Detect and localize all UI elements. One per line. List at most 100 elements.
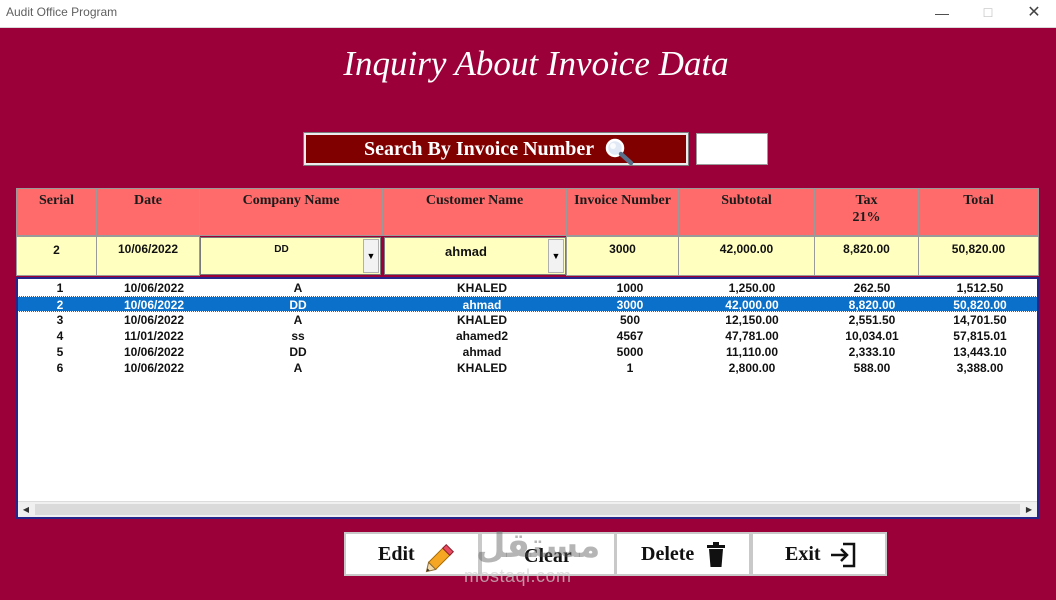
search-button-label: Search By Invoice Number xyxy=(364,138,595,160)
minimize-button[interactable]: — xyxy=(919,0,965,28)
title-bar: Audit Office Program — ☐ ✕ xyxy=(0,0,1056,28)
cell-invoice: 500 xyxy=(619,313,641,327)
cell-subtotal: 11,110.00 xyxy=(725,345,779,359)
table-row[interactable]: 3 10/06/2022 A KHALED 500 12,150.00 2,551.50 14… xyxy=(18,312,1037,328)
exit-button-label: Exit xyxy=(785,543,821,565)
cell-invoice: 1000 xyxy=(616,281,644,295)
cell-invoice: 1 xyxy=(626,361,634,375)
cell-total: 3,388.00 xyxy=(956,361,1004,375)
clear-button-label: Clear xyxy=(524,545,572,567)
entry-date[interactable]: 10/06/2022 xyxy=(96,236,200,276)
magnifier-icon xyxy=(605,138,634,165)
cell-serial: 6 xyxy=(56,361,64,375)
header-tax-label: Tax xyxy=(855,193,878,208)
cell-date: 10/06/2022 xyxy=(123,313,185,327)
cell-company: A xyxy=(293,281,303,295)
cell-date: 10/06/2022 xyxy=(123,281,185,295)
cell-company: A xyxy=(293,313,303,327)
scroll-left-icon[interactable]: ◀ xyxy=(18,502,34,517)
page-title: Inquiry About Invoice Data xyxy=(343,44,729,83)
cell-customer: ahmad xyxy=(462,298,502,312)
entry-serial[interactable]: 2 xyxy=(16,236,97,276)
cell-customer: KHALED xyxy=(457,313,507,327)
header-tax-rate: 21% xyxy=(852,210,881,225)
cell-invoice: 5000 xyxy=(616,345,644,359)
cell-date: 10/06/2022 xyxy=(123,345,185,359)
cell-tax: 8,820.00 xyxy=(848,298,896,312)
cell-date: 10/06/2022 xyxy=(123,298,185,312)
cell-subtotal: 12,150.00 xyxy=(725,313,779,327)
header-invoice-number: Invoice Number xyxy=(566,188,679,236)
search-by-invoice-button[interactable]: Search By Invoice Number xyxy=(303,132,689,166)
cell-total: 50,820.00 xyxy=(953,298,1007,312)
cell-company: ss xyxy=(291,329,305,343)
header-company-name: Company Name xyxy=(199,188,383,236)
cell-tax: 2,551.50 xyxy=(848,313,896,327)
trash-icon xyxy=(707,542,725,567)
cell-subtotal: 1,250.00 xyxy=(728,281,776,295)
cell-serial: 2 xyxy=(56,298,64,312)
table-row[interactable]: 1 10/06/2022 A KHALED 1000 1,250.00 262.50 1,51… xyxy=(18,280,1037,296)
invoice-list[interactable]: 1 10/06/2022 A KHALED 1000 1,250.00 262.50 1,51… xyxy=(16,277,1039,519)
exit-button[interactable]: Exit xyxy=(751,532,887,576)
entry-subtotal[interactable]: 42,000.00 xyxy=(678,236,815,276)
table-row[interactable]: 6 10/06/2022 A KHALED 1 2,800.00 588.00 3,388.0… xyxy=(18,360,1037,376)
customer-name-value: ahmad xyxy=(445,244,487,259)
chevron-down-icon[interactable]: ▼ xyxy=(363,239,379,273)
cell-subtotal: 42,000.00 xyxy=(725,298,779,312)
cell-company: DD xyxy=(289,298,307,312)
cell-serial: 4 xyxy=(56,329,64,343)
cell-invoice: 3000 xyxy=(616,298,644,312)
cell-tax: 2,333.10 xyxy=(848,345,896,359)
window-title: Audit Office Program xyxy=(6,5,118,19)
cell-serial: 5 xyxy=(56,345,64,359)
header-total: Total xyxy=(918,188,1039,236)
entry-tax[interactable]: 8,820.00 xyxy=(814,236,919,276)
table-row[interactable]: 2 10/06/2022 DD ahmad 3000 42,000.00 8,820.00 5… xyxy=(18,296,1037,312)
cell-total: 57,815.01 xyxy=(953,329,1007,343)
customer-name-combo[interactable]: ahmad ▼ xyxy=(384,237,566,275)
cell-customer: KHALED xyxy=(457,281,507,295)
cell-serial: 1 xyxy=(56,281,64,295)
cell-tax: 588.00 xyxy=(853,361,891,375)
exit-icon xyxy=(831,542,856,568)
table-row[interactable]: 4 11/01/2022 ss ahamed2 4567 47,781.00 10,034.… xyxy=(18,328,1037,344)
pencil-icon xyxy=(425,543,455,573)
invoice-number-search-input[interactable] xyxy=(696,133,768,165)
delete-button[interactable]: Delete xyxy=(615,532,751,576)
company-name-value: DD xyxy=(274,244,289,255)
chevron-down-icon[interactable]: ▼ xyxy=(548,239,564,273)
edit-button[interactable]: Edit xyxy=(344,532,480,576)
cell-company: A xyxy=(293,361,303,375)
horizontal-scrollbar[interactable]: ◀ ▶ xyxy=(18,501,1037,517)
cell-customer: ahmad xyxy=(462,345,502,359)
cell-total: 1,512.50 xyxy=(956,281,1004,295)
cell-invoice: 4567 xyxy=(616,329,644,343)
cell-company: DD xyxy=(289,345,307,359)
entry-invoice-number[interactable]: 3000 xyxy=(566,236,679,276)
table-row[interactable]: 5 10/06/2022 DD ahmad 5000 11,110.00 2,333.10 1… xyxy=(18,344,1037,360)
delete-button-label: Delete xyxy=(641,543,695,565)
cell-total: 13,443.10 xyxy=(953,345,1007,359)
header-tax: Tax 21% xyxy=(814,188,919,236)
entry-total[interactable]: 50,820.00 xyxy=(918,236,1039,276)
maximize-button[interactable]: ☐ xyxy=(965,0,1011,28)
header-subtotal: Subtotal xyxy=(678,188,815,236)
header-serial: Serial xyxy=(16,188,97,236)
edit-button-label: Edit xyxy=(378,543,415,565)
cell-serial: 3 xyxy=(56,313,64,327)
scroll-right-icon[interactable]: ▶ xyxy=(1021,502,1037,517)
cell-tax: 10,034.01 xyxy=(845,329,899,343)
cell-customer: KHALED xyxy=(457,361,507,375)
cell-date: 11/01/2022 xyxy=(124,329,184,343)
header-customer-name: Customer Name xyxy=(382,188,567,236)
cell-total: 14,701.50 xyxy=(953,313,1007,327)
company-name-combo[interactable]: DD ▼ xyxy=(200,237,381,275)
cell-subtotal: 47,781.00 xyxy=(725,329,779,343)
clear-button[interactable]: Clear xyxy=(480,532,616,576)
scrollbar-thumb[interactable] xyxy=(35,504,1020,515)
close-button[interactable]: ✕ xyxy=(1011,0,1056,28)
header-date: Date xyxy=(96,188,200,236)
cell-date: 10/06/2022 xyxy=(123,361,185,375)
cell-subtotal: 2,800.00 xyxy=(728,361,776,375)
